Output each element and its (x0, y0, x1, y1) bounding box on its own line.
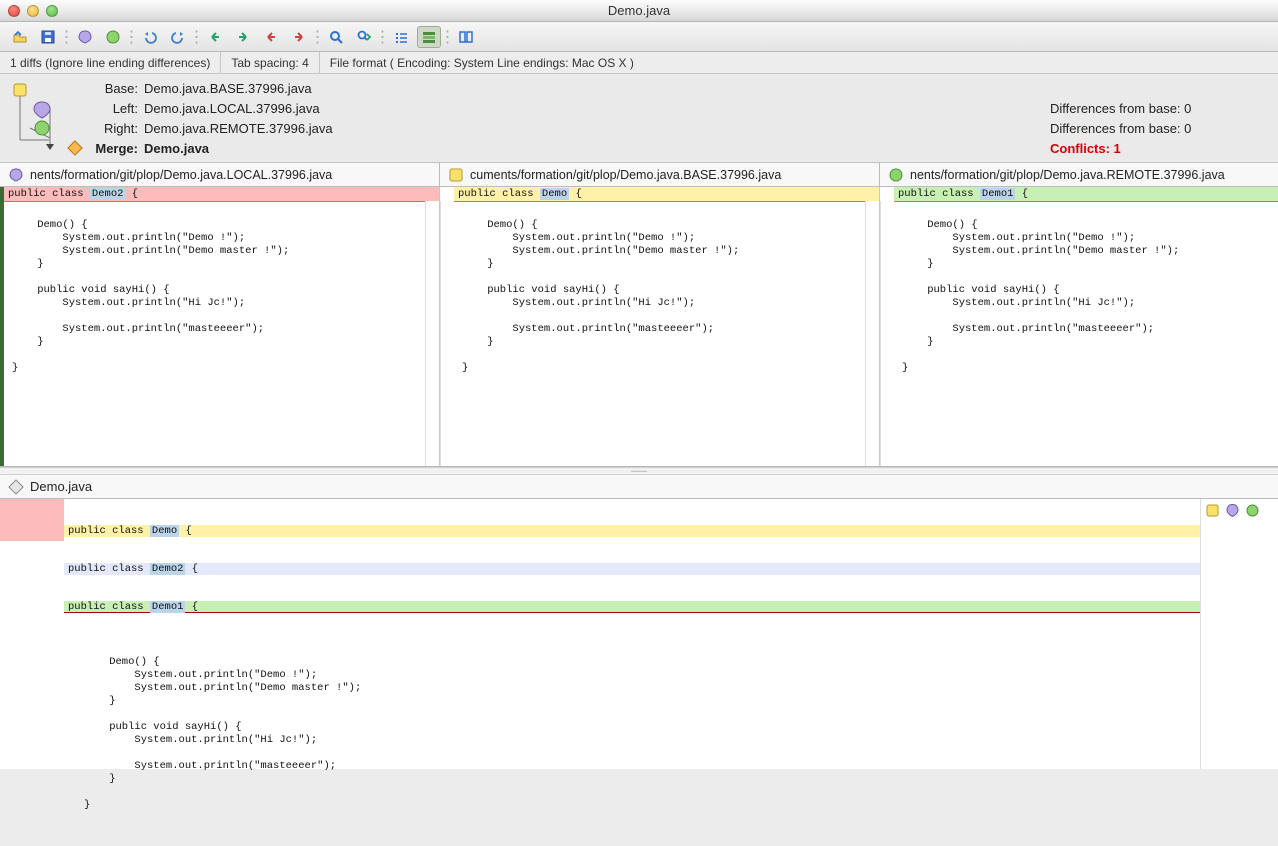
base-path: Demo.java.BASE.37996.java (144, 81, 1050, 96)
merge-header: Base: Demo.java.BASE.37996.java Left: De… (0, 74, 1278, 163)
take-left-button[interactable] (1225, 503, 1241, 519)
right-diff: Differences from base: 0 (1050, 121, 1270, 136)
next-conflict-button[interactable] (231, 26, 255, 48)
left-code[interactable]: Demo() { System.out.println("Demo !"); S… (4, 202, 439, 383)
right-code[interactable]: Demo() { System.out.println("Demo !"); S… (894, 202, 1278, 383)
window-titlebar: Demo.java (0, 0, 1278, 22)
merge-diamond-icon (66, 140, 84, 156)
show-diff-context-button[interactable] (417, 26, 441, 48)
merge-line-left: public class Demo2 { (64, 563, 1200, 575)
base-pane[interactable]: public class Demo { Demo() { System.out.… (440, 187, 880, 466)
merge-pane-title[interactable]: Demo.java (0, 475, 1278, 499)
window-close-button[interactable] (8, 5, 20, 17)
left-label: Left: (84, 101, 144, 116)
right-label: Right: (84, 121, 144, 136)
save-button[interactable] (36, 26, 60, 48)
status-bar: 1 diffs (Ignore line ending differences)… (0, 52, 1278, 74)
prev-conflict-button[interactable] (203, 26, 227, 48)
prev-diff-button[interactable] (259, 26, 283, 48)
base-pane-title[interactable]: cuments/formation/git/plop/Demo.java.BAS… (440, 163, 880, 186)
circle-icon (888, 167, 904, 183)
window-minimize-button[interactable] (27, 5, 39, 17)
base-pane-title-text: cuments/formation/git/plop/Demo.java.BAS… (470, 168, 781, 182)
merge-pane-title-text: Demo.java (30, 479, 92, 494)
merge-code-body[interactable]: Demo() { System.out.println("Demo !"); S… (64, 639, 1200, 820)
right-code-header: public class Demo1 { (894, 187, 1278, 202)
merge-path: Demo.java (144, 141, 1050, 156)
base-label: Base: (84, 81, 144, 96)
diamond-icon (8, 479, 24, 495)
open-button[interactable] (8, 26, 32, 48)
show-line-numbers-button[interactable] (389, 26, 413, 48)
merge-gutter (0, 499, 64, 769)
take-base-button[interactable] (1205, 503, 1221, 519)
status-tabspacing[interactable]: Tab spacing: 4 (221, 52, 319, 73)
left-code-header: public class Demo2 { (4, 187, 439, 202)
select-right-diff-button[interactable] (101, 26, 125, 48)
base-code[interactable]: Demo() { System.out.println("Demo !"); S… (454, 202, 879, 383)
merge-content[interactable]: public class Demo { public class Demo2 {… (64, 499, 1200, 769)
status-fileformat[interactable]: File format ( Encoding: System Line endi… (320, 52, 644, 73)
right-pane[interactable]: public class Demo1 { Demo() { System.out… (880, 187, 1278, 466)
redo-button[interactable] (166, 26, 190, 48)
square-icon (448, 167, 464, 183)
merge-graph-icon (4, 78, 66, 158)
merge-label: Merge: (84, 141, 144, 156)
split-view-button[interactable] (454, 26, 478, 48)
toolbar: ⋮ ⋮ ⋮ ⋮ ⋮ ⋮ (0, 22, 1278, 52)
window-title: Demo.java (0, 3, 1278, 18)
horizontal-splitter[interactable]: ⸺ (0, 467, 1278, 475)
next-diff-button[interactable] (287, 26, 311, 48)
left-pane-title[interactable]: nents/formation/git/plop/Demo.java.LOCAL… (0, 163, 440, 186)
merge-line-base: public class Demo { (64, 525, 1200, 537)
left-pane[interactable]: public class Demo2 { Demo() { System.out… (0, 187, 440, 466)
merge-conflicts: Conflicts: 1 (1050, 141, 1270, 156)
right-pane-title-text: nents/formation/git/plop/Demo.java.REMOT… (910, 168, 1225, 182)
status-diffs[interactable]: 1 diffs (Ignore line ending differences) (0, 52, 221, 73)
select-left-diff-button[interactable] (73, 26, 97, 48)
find-button[interactable] (324, 26, 348, 48)
left-path: Demo.java.LOCAL.37996.java (144, 101, 1050, 116)
window-zoom-button[interactable] (46, 5, 58, 17)
undo-button[interactable] (138, 26, 162, 48)
right-pane-title[interactable]: nents/formation/git/plop/Demo.java.REMOT… (880, 163, 1278, 186)
find-next-button[interactable] (352, 26, 376, 48)
right-path: Demo.java.REMOTE.37996.java (144, 121, 1050, 136)
base-code-header: public class Demo { (454, 187, 879, 202)
left-diff: Differences from base: 0 (1050, 101, 1270, 116)
pane-titles: nents/formation/git/plop/Demo.java.LOCAL… (0, 163, 1278, 187)
merge-pane[interactable]: public class Demo { public class Demo2 {… (0, 499, 1278, 769)
merge-side-controls (1200, 499, 1278, 769)
take-right-button[interactable] (1245, 503, 1261, 519)
tri-pane-area: public class Demo2 { Demo() { System.out… (0, 187, 1278, 467)
left-pane-title-text: nents/formation/git/plop/Demo.java.LOCAL… (30, 168, 332, 182)
merge-line-right: public class Demo1 { (64, 601, 1200, 613)
shield-icon (8, 167, 24, 183)
